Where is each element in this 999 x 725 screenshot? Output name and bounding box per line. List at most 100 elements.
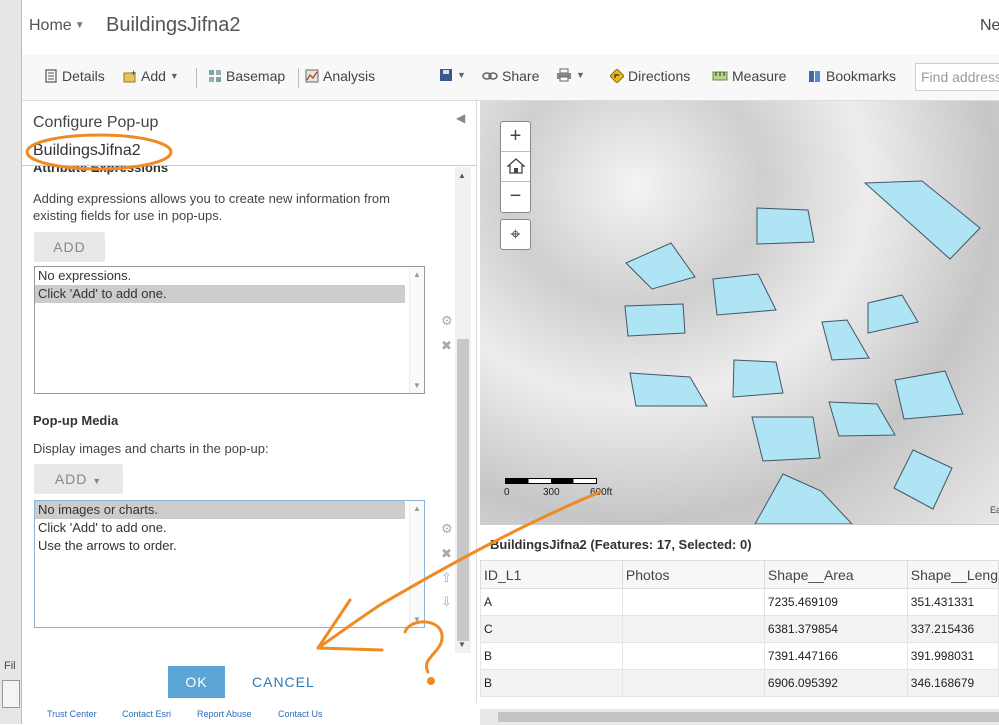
- footer-link-report-abuse[interactable]: Report Abuse: [197, 709, 252, 719]
- building-polygon[interactable]: [894, 370, 964, 420]
- table-cell: [621, 669, 765, 697]
- locate-button[interactable]: ⌖: [500, 219, 531, 250]
- scroll-down-icon[interactable]: ▼: [413, 381, 421, 390]
- collapse-panel-icon[interactable]: ◀: [456, 111, 465, 125]
- crosshair-icon: ⌖: [510, 224, 521, 244]
- building-polygon[interactable]: [712, 273, 777, 316]
- map-attribution: Ea: [990, 505, 999, 515]
- building-polygon[interactable]: [863, 180, 981, 260]
- ok-button[interactable]: OK: [168, 666, 225, 698]
- home-menu[interactable]: Home ▼: [29, 17, 85, 35]
- add-expression-button[interactable]: ADD: [34, 232, 105, 262]
- building-polygon[interactable]: [756, 207, 815, 245]
- table-cell: 6381.379854: [763, 615, 908, 643]
- chevron-down-icon: ▼: [169, 71, 179, 81]
- find-address-input[interactable]: Find address: [915, 63, 999, 91]
- bookmarks-label: Bookmarks: [826, 68, 897, 84]
- details-label: Details: [62, 68, 105, 84]
- scroll-up-icon[interactable]: ▲: [458, 171, 466, 180]
- save-menu-button[interactable]: ▼: [439, 68, 466, 82]
- scroll-up-icon[interactable]: ▲: [413, 504, 421, 513]
- building-polygon[interactable]: [629, 372, 708, 407]
- details-icon: [45, 69, 57, 83]
- table-cell: [621, 588, 765, 616]
- list-scrollbar[interactable]: ▲ ▼: [409, 501, 424, 627]
- footer-link-trust-center[interactable]: Trust Center: [47, 709, 97, 719]
- building-polygon[interactable]: [828, 401, 896, 437]
- share-link-icon: [482, 72, 498, 80]
- footer-link-contact-us[interactable]: Contact Us: [278, 709, 323, 719]
- basemap-label: Basemap: [226, 68, 286, 84]
- building-polygon[interactable]: [867, 294, 919, 334]
- scale-label: 600ft: [590, 487, 613, 498]
- zoom-in-button[interactable]: +: [501, 122, 530, 152]
- building-polygon[interactable]: [751, 416, 821, 462]
- toolbar-divider: [196, 68, 197, 88]
- footer-link-contact-esri[interactable]: Contact Esri: [122, 709, 171, 719]
- table-cell: 337.215436: [906, 615, 999, 643]
- gear-icon[interactable]: ⚙: [441, 521, 453, 537]
- column-header[interactable]: ID_L1: [480, 560, 623, 589]
- table-row[interactable]: A 7235.469109 351.431331: [480, 588, 999, 616]
- move-down-arrow-icon[interactable]: ⇩: [441, 594, 452, 610]
- directions-sign-icon: [610, 69, 624, 83]
- directions-label: Directions: [628, 68, 691, 84]
- column-header[interactable]: Photos: [621, 560, 765, 589]
- print-button[interactable]: ▼: [556, 68, 585, 82]
- table-row[interactable]: B 6906.095392 346.168679: [480, 669, 999, 697]
- scale-label: 300: [543, 487, 560, 498]
- building-polygon[interactable]: [625, 242, 696, 290]
- analysis-button[interactable]: Analysis: [305, 68, 375, 84]
- map-view[interactable]: + − ⌖ 0 300 600ft Ea: [480, 101, 999, 524]
- close-icon[interactable]: ✖: [441, 338, 452, 354]
- list-scrollbar[interactable]: ▲ ▼: [409, 267, 424, 393]
- new-map-link[interactable]: Ne: [980, 17, 999, 35]
- list-item[interactable]: Use the arrows to order.: [35, 537, 405, 555]
- table-horizontal-scrollbar[interactable]: [480, 709, 999, 725]
- gear-icon[interactable]: ⚙: [441, 313, 453, 329]
- basemap-button[interactable]: Basemap: [208, 68, 285, 84]
- bookmarks-button[interactable]: Bookmarks: [808, 68, 896, 84]
- map-title: BuildingsJifna2: [106, 14, 241, 36]
- attribute-expressions-heading: Attribute Expressions: [33, 165, 169, 175]
- details-button[interactable]: Details: [44, 68, 105, 84]
- building-polygons[interactable]: [480, 101, 999, 524]
- directions-button[interactable]: Directions: [610, 68, 690, 84]
- scroll-down-icon[interactable]: ▼: [413, 615, 421, 624]
- column-header[interactable]: Shape__Area: [763, 560, 908, 589]
- scrollbar-thumb[interactable]: [457, 339, 469, 641]
- building-polygon[interactable]: [732, 359, 784, 398]
- table-row[interactable]: C 6381.379854 337.215436: [480, 615, 999, 643]
- scale-label: 0: [504, 487, 510, 498]
- scroll-down-icon[interactable]: ▼: [458, 640, 466, 649]
- background-thumbnail: [2, 680, 20, 708]
- move-up-arrow-icon[interactable]: ⇧: [441, 570, 452, 586]
- panel-scrollbar[interactable]: ▲ ▼: [455, 167, 471, 653]
- scroll-up-icon[interactable]: ▲: [413, 270, 421, 279]
- expressions-list[interactable]: No expressions. Click 'Add' to add one. …: [34, 266, 425, 394]
- list-item[interactable]: Click 'Add' to add one.: [35, 519, 405, 537]
- scrollbar-thumb[interactable]: [498, 712, 999, 722]
- column-header[interactable]: Shape__Leng: [906, 560, 999, 589]
- building-polygon[interactable]: [893, 449, 953, 510]
- home-extent-button[interactable]: [501, 152, 530, 182]
- measure-button[interactable]: Measure: [712, 68, 786, 84]
- list-item[interactable]: No expressions.: [35, 267, 405, 285]
- attribute-table-grid: ID_L1 Photos Shape__Area Shape__Leng A 72…: [480, 560, 999, 697]
- zoom-out-button[interactable]: −: [501, 182, 530, 212]
- table-row[interactable]: B 7391.447166 391.998031: [480, 642, 999, 670]
- cancel-button[interactable]: CANCEL: [252, 674, 315, 690]
- list-item[interactable]: Click 'Add' to add one.: [35, 285, 405, 303]
- close-icon[interactable]: ✖: [441, 546, 452, 562]
- media-list[interactable]: No images or charts. Click 'Add' to add …: [34, 500, 425, 628]
- home-icon: [505, 158, 526, 174]
- share-button[interactable]: Share: [482, 68, 539, 84]
- building-polygon[interactable]: [754, 473, 853, 524]
- building-polygon[interactable]: [624, 303, 686, 337]
- popup-media-heading: Pop-up Media: [33, 413, 119, 428]
- list-item[interactable]: No images or charts.: [35, 501, 405, 519]
- add-button[interactable]: + Add ▼: [123, 68, 179, 84]
- building-polygon[interactable]: [821, 319, 870, 361]
- add-media-button[interactable]: ADD ▼: [34, 464, 123, 494]
- chevron-down-icon: ▼: [74, 20, 85, 31]
